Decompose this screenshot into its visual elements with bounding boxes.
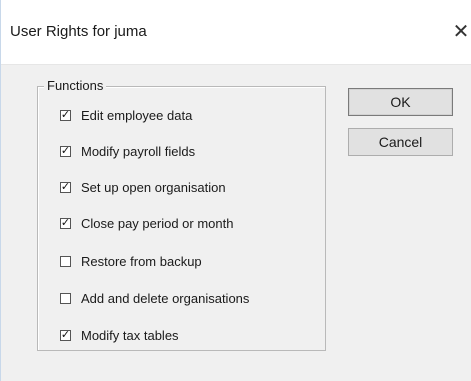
function-item-modify-payroll-fields[interactable]: ✓ Modify payroll fields [60, 141, 195, 161]
function-label: Modify tax tables [81, 327, 179, 343]
checkbox-edit-employee-data[interactable]: ✓ [60, 109, 71, 121]
function-item-close-pay-period[interactable]: ✓ Close pay period or month [60, 213, 233, 233]
dialog-title: User Rights for juma [10, 23, 147, 40]
function-item-set-up-open-organisation[interactable]: ✓ Set up open organisation [60, 177, 226, 197]
function-label: Restore from backup [81, 253, 202, 269]
checkbox-modify-payroll-fields[interactable]: ✓ [60, 145, 71, 157]
functions-group-label: Functions [44, 78, 107, 93]
close-icon[interactable]: ✕ [450, 14, 471, 48]
function-item-edit-employee-data[interactable]: ✓ Edit employee data [60, 105, 192, 125]
checkbox-modify-tax-tables[interactable]: ✓ [60, 329, 71, 341]
function-label: Close pay period or month [81, 215, 234, 231]
function-item-add-delete-organisations[interactable]: Add and delete organisations [60, 288, 249, 308]
title-bar: User Rights for juma ✕ [1, 0, 471, 65]
function-label: Modify payroll fields [81, 143, 196, 159]
checkbox-set-up-open-organisation[interactable]: ✓ [60, 181, 71, 193]
function-label: Set up open organisation [81, 179, 226, 195]
function-label: Edit employee data [81, 107, 193, 123]
checkbox-add-delete-organisations[interactable] [60, 292, 71, 304]
function-label: Add and delete organisations [81, 290, 250, 306]
checkbox-restore-from-backup[interactable] [60, 255, 71, 267]
cancel-button[interactable]: Cancel [348, 128, 453, 156]
function-item-modify-tax-tables[interactable]: ✓ Modify tax tables [60, 325, 179, 345]
user-rights-dialog: User Rights for juma ✕ Functions ✓ Edit … [0, 0, 471, 381]
function-item-restore-from-backup[interactable]: Restore from backup [60, 251, 202, 271]
checkbox-close-pay-period[interactable]: ✓ [60, 217, 71, 229]
ok-button[interactable]: OK [348, 88, 453, 116]
